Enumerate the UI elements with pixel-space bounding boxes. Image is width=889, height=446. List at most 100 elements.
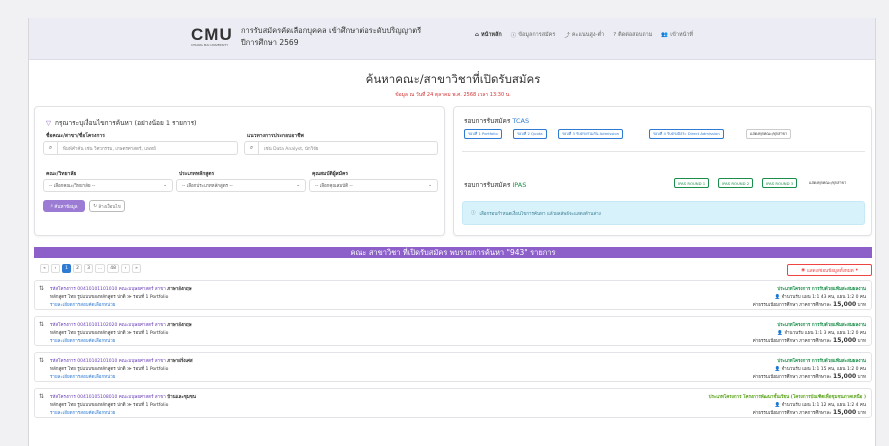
menu-staff[interactable]: 👥 เข้าหน้าที่ — [661, 31, 693, 39]
list-item[interactable]: ⇅ รหัสโครงการ 00410102101010 คณะมนุษยศาส… — [34, 352, 872, 382]
ipas-title: รอบการรับสมัคร IPAS — [464, 180, 526, 190]
tcas-show-all[interactable]: แสดงทุกคณะ/ทุกสาขา — [746, 129, 792, 139]
page-1[interactable]: 1 — [62, 264, 71, 273]
fee-unit: บาท — [857, 303, 866, 308]
toggle-all-label: แสดง/ซ่อนข้อมูลทั้งหมด — [807, 268, 854, 274]
project-code: รหัสโครงการ 00410101101010 คณะมนุษยศาสตร… — [50, 285, 192, 292]
ipas-round-2[interactable]: IPAS ROUND 2 — [718, 178, 754, 188]
major-name: บ้านและชุมชน — [167, 395, 196, 400]
fee-info: ค่าธรรมเนียมการศึกษา ภาคการศึกษาละ 15,00… — [753, 337, 866, 344]
faculty-search-input[interactable]: ⌕ พิมพ์คำค้น เช่น วิศวกรรม, เกษตรศาสตร์, … — [43, 141, 238, 155]
details-link[interactable]: รายละเอียดการสอบคัดเลือกหน่วย — [50, 301, 115, 308]
curriculum-select[interactable]: -- เลือกประเภทหลักสูตร -- ⌄ — [176, 179, 306, 192]
curriculum-info: หลักสูตร ไทย รูปแบบของหลักสูตร ปกติ ≫ รอ… — [50, 403, 169, 408]
fee-label: ค่าธรรมเนียมการศึกษา ภาคการศึกษาละ — [752, 303, 832, 308]
site-title: การรับสมัครคัดเลือกบุคคล เข้าศึกษาต่อระด… — [241, 26, 422, 35]
page-last[interactable]: » — [132, 264, 142, 273]
project-type: ประเภทโครงการ การรับด้วยแฟ้มสะสมผลงาน — [777, 287, 866, 292]
curriculum-info: หลักสูตร ไทย รูปแบบของหลักสูตร ปกติ ≫ รอ… — [50, 367, 169, 372]
eye-icon: ◉ — [801, 267, 806, 273]
seats-text: จำนวนรับ แผน 1:1 43 คน, แผน 1:2 0 คน — [781, 295, 866, 300]
menu-info-label: ข้อมูลการสมัคร — [518, 32, 556, 38]
major-name: ภาษาฝรั่งเศส — [167, 359, 193, 364]
faculty-search-label: ชื่อคณะ/สาขา/ชื่อโครงการ — [46, 133, 105, 139]
faculty-select-label: คณะ/วิทยาลัย — [46, 171, 77, 177]
seats-info: 👤 จำนวนรับ แผน 1:1 12 คน, แผน 1:2 4 คน — [774, 401, 866, 408]
project-code: รหัสโครงการ 00410102101010 คณะมนุษยศาสตร… — [50, 357, 193, 364]
toggle-all-button[interactable]: ◉ แสดง/ซ่อนข้อมูลทั้งหมด ▾ — [787, 264, 872, 276]
details-link[interactable]: รายละเอียดการสอบคัดเลือกหน่วย — [50, 373, 115, 380]
tcas-title: รอบการรับสมัคร TCAS — [464, 116, 529, 126]
screen: { "header": { "logo_text": "CMU", "logo_… — [0, 0, 889, 446]
fee-info: ค่าธรรมเนียมการศึกษา ภาคการศึกษาละ 15,00… — [753, 409, 866, 416]
page-next[interactable]: › — [121, 264, 131, 273]
details-link[interactable]: รายละเอียดการสอบคัดเลือกหน่วย — [50, 337, 115, 344]
project-code-text: รหัสโครงการ 00410101101010 คณะมนุษยศาสตร… — [50, 287, 166, 292]
page-title: ค้นหาคณะ/สาขาวิชาที่เปิดรับสมัคร — [365, 72, 541, 86]
faculty-select[interactable]: -- เลือกคณะ/วิทยาลัย -- ⌄ — [43, 179, 173, 192]
page-first[interactable]: « — [40, 264, 49, 273]
clear-button[interactable]: ↻ ล้างเงื่อนไข — [89, 200, 125, 212]
fee-unit: บาท — [857, 411, 866, 416]
pagination: « ‹ 1 2 3 ... 48 › » — [40, 264, 142, 273]
menu-scores[interactable]: ⤴ คะแนนสูง-ต่ำ — [564, 31, 604, 39]
career-search-label: แนวทางการประกอบอาชีพ — [247, 133, 304, 139]
page-ellipsis: ... — [95, 264, 106, 273]
filter-card: ▽ กรุณาระบุเงื่อนไขการค้นหา (อย่างน้อย 1 … — [34, 106, 445, 236]
curriculum-info: หลักสูตร ไทย รูปแบบของหลักสูตร ปกติ ≫ รอ… — [50, 331, 169, 336]
curriculum-select-value: -- เลือกประเภทหลักสูตร -- — [182, 184, 233, 189]
tcas-title-prefix: รอบการรับสมัคร — [464, 117, 511, 125]
page-3[interactable]: 3 — [84, 264, 93, 273]
fee-unit: บาท — [857, 375, 866, 380]
tcas-round-1[interactable]: รอบที่ 1 Portfolio — [464, 129, 502, 139]
menu-info[interactable]: ⓘ ข้อมูลการสมัคร — [511, 31, 556, 39]
career-search-input[interactable]: ⌕ เช่น Data Analyst, นักวิจัย — [244, 141, 438, 155]
menu-scores-label: คะแนนสูง-ต่ำ — [571, 32, 605, 38]
filter-icon: ▽ — [46, 119, 51, 127]
project-code-text: รหัสโครงการ 00410102101010 คณะมนุษยศาสตร… — [50, 359, 166, 364]
ipas-round-1[interactable]: IPAS ROUND 1 — [674, 178, 710, 188]
menu-home[interactable]: ⌂ หน้าหลัก — [475, 31, 502, 39]
project-code-text: รหัสโครงการ 00410101102020 คณะมนุษยศาสตร… — [50, 323, 166, 328]
fee-unit: บาท — [857, 339, 866, 344]
details-link[interactable]: รายละเอียดการสอบคัดเลือกหน่วย — [50, 409, 115, 416]
logo-text: CMU — [191, 25, 233, 44]
curriculum-select-label: ประเภทหลักสูตร — [179, 171, 215, 177]
qualification-select-value: -- เลือกคุณสมบัติ -- — [315, 184, 353, 189]
seats-text: จำนวนรับ แผน 1:1 12 คน, แผน 1:2 4 คน — [781, 403, 866, 408]
menu-contact[interactable]: ? ติดต่อสอบถาม — [613, 31, 652, 39]
chevron-down-icon: ⌄ — [296, 183, 300, 188]
clear-button-label: ล้างเงื่อนไข — [98, 204, 121, 210]
staff-icon: 👥 — [661, 32, 669, 38]
ipas-round-3[interactable]: IPAS ROUND 3 — [762, 178, 798, 188]
page-prev[interactable]: ‹ — [51, 264, 60, 273]
major-name: ภาษาอังกฤษ — [167, 323, 192, 328]
page-2[interactable]: 2 — [73, 264, 82, 273]
career-search-placeholder: เช่น Data Analyst, นักวิจัย — [264, 146, 319, 152]
ipas-show-all[interactable]: แสดงทุกคณะ/ทุกสาขา — [806, 178, 850, 188]
info-alert: ⓘ เลือกรอบกำหนดเงื่อนไขการค้นหา แล้วผลลัพ… — [462, 201, 865, 225]
list-item[interactable]: ⇅ รหัสโครงการ 00410101101010 คณะมนุษยศาส… — [34, 280, 872, 310]
chevron-down-icon: ⌄ — [163, 183, 167, 188]
fee-info: ค่าธรรมเนียมการศึกษา ภาคการศึกษาละ 15,00… — [753, 373, 866, 380]
page-48[interactable]: 48 — [107, 264, 120, 273]
tcas-round-3[interactable]: รอบที่ 3 รับตรงร่วมกัน Admission — [558, 129, 624, 139]
tcas-round-4[interactable]: รอบที่ 4 รับตรงอิสระ Direct Admission — [649, 129, 724, 139]
project-code: รหัสโครงการ 00410105108010 คณะมนุษยศาสตร… — [50, 393, 196, 400]
page-container: CMU CHIANG MAI UNIVERSITY การรับสมัครคัด… — [28, 18, 876, 446]
qualification-select[interactable]: -- เลือกคุณสมบัติ -- ⌄ — [309, 179, 438, 192]
list-item[interactable]: ⇅ รหัสโครงการ 00410101102020 คณะมนุษยศาส… — [34, 316, 872, 346]
tcas-round-2[interactable]: รอบที่ 2 Quota — [513, 129, 547, 139]
fee-label: ค่าธรรมเนียมการศึกษา ภาคการศึกษาละ — [752, 375, 832, 380]
list-item[interactable]: ⇅ รหัสโครงการ 00410105108010 คณะมนุษยศาส… — [34, 388, 872, 418]
qualification-select-label: คุณสมบัติผู้สมัคร — [312, 171, 349, 177]
info-alert-text: เลือกรอบกำหนดเงื่อนไขการค้นหา แล้วผลลัพธ… — [479, 211, 601, 217]
fee-label: ค่าธรรมเนียมการศึกษา ภาคการศึกษาละ — [752, 411, 832, 416]
info-icon: ⓘ — [510, 33, 517, 39]
faculty-select-value: -- เลือกคณะ/วิทยาลัย -- — [49, 184, 96, 189]
cmu-logo[interactable]: CMU CHIANG MAI UNIVERSITY — [191, 25, 233, 47]
search-button[interactable]: ⌕ ค้นหาข้อมูล — [43, 200, 85, 212]
menu-staff-label: เข้าหน้าที่ — [670, 32, 694, 38]
faculty-search-placeholder: พิมพ์คำค้น เช่น วิศวกรรม, เกษตรศาสตร์, แ… — [63, 146, 156, 152]
people-icon: 👤 — [774, 367, 782, 372]
